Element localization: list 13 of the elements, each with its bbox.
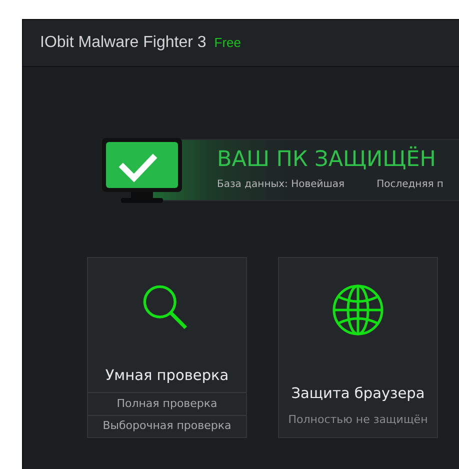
- status-detail: Последняя п: [376, 178, 444, 192]
- scan-option[interactable]: Полная проверка: [88, 392, 246, 415]
- feature-tile[interactable]: Умная проверка Полная проверка Выборочная проверка: [87, 257, 247, 438]
- tile-title: Защита браузера: [291, 385, 425, 404]
- status-headline: ВАШ ПК ЗАЩИЩЁН: [217, 148, 437, 172]
- globe-icon: [332, 284, 384, 336]
- tile-title: Умная проверка: [105, 367, 229, 386]
- feature-tile[interactable]: Защита браузера Полностью не защищён: [278, 257, 438, 438]
- tile-status: Полностью не защищён: [288, 412, 428, 428]
- status-detail: База данных: Новейшая: [217, 178, 345, 192]
- edition-label: Free: [214, 34, 242, 52]
- window-title: IObit Malware Fighter 3: [40, 33, 206, 53]
- scan-option[interactable]: Выборочная проверка: [88, 414, 246, 437]
